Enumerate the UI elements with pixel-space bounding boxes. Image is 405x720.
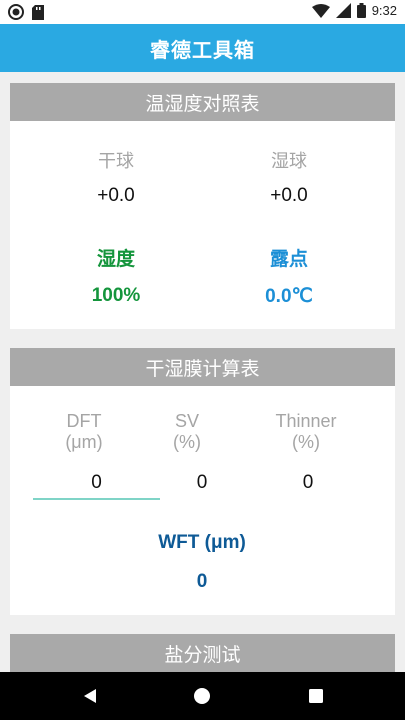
dew-point-value: 0.0℃ bbox=[265, 286, 313, 307]
app-title: 睿德工具箱 bbox=[150, 37, 255, 62]
record-icon bbox=[8, 4, 24, 20]
navigation-bar bbox=[0, 672, 405, 720]
dry-bulb-value[interactable]: +0.0 bbox=[66, 185, 166, 207]
wet-bulb-label: 湿球 bbox=[271, 151, 307, 172]
recents-square-icon bbox=[309, 689, 323, 703]
wifi-icon bbox=[311, 3, 330, 18]
status-time: 9:32 bbox=[371, 3, 397, 18]
app-bar: 睿德工具箱 bbox=[0, 24, 405, 72]
dft-label-unit: (μm) bbox=[65, 432, 103, 452]
sv-value[interactable]: 0 bbox=[152, 472, 252, 494]
status-bar: 9:32 bbox=[0, 0, 405, 24]
sv-label-unit: (%) bbox=[173, 432, 201, 452]
dft-input[interactable] bbox=[33, 468, 160, 500]
signal-icon bbox=[335, 3, 351, 18]
thinner-label-unit: (%) bbox=[292, 432, 320, 452]
back-triangle-icon bbox=[84, 689, 96, 703]
humidity-value: 100% bbox=[91, 285, 141, 306]
wet-bulb-value[interactable]: +0.0 bbox=[239, 185, 339, 207]
dft-label: DFT (μm) bbox=[34, 411, 134, 453]
thinner-label: Thinner (%) bbox=[256, 411, 356, 453]
humidity-card-header: 温湿度对照表 bbox=[10, 83, 395, 121]
sv-label: SV (%) bbox=[137, 411, 237, 453]
battery-icon bbox=[356, 3, 366, 18]
recents-button[interactable] bbox=[304, 684, 328, 708]
film-calc-card-header: 干湿膜计算表 bbox=[10, 348, 395, 386]
thinner-value[interactable]: 0 bbox=[258, 472, 358, 494]
sv-label-name: SV bbox=[174, 411, 199, 431]
back-button[interactable] bbox=[78, 684, 102, 708]
thinner-label-name: Thinner bbox=[275, 411, 337, 431]
salt-test-card: 盐分测试 bbox=[10, 634, 395, 674]
home-button[interactable] bbox=[190, 684, 214, 708]
dry-bulb-label: 干球 bbox=[98, 151, 134, 172]
humidity-card: 温湿度对照表 干球 湿球 +0.0 +0.0 湿度 露点 100% 0.0℃ bbox=[10, 83, 395, 329]
salt-test-card-header: 盐分测试 bbox=[10, 634, 395, 672]
dew-point-label: 露点 bbox=[269, 248, 308, 270]
home-circle-icon bbox=[194, 688, 210, 704]
sd-card-icon bbox=[32, 4, 44, 20]
humidity-label: 湿度 bbox=[96, 248, 135, 270]
film-calc-card: 干湿膜计算表 DFT (μm) SV (%) Thinner (%) 0 0 W… bbox=[10, 348, 395, 615]
dft-label-name: DFT bbox=[66, 411, 102, 431]
wft-label: WFT (μm) bbox=[158, 532, 246, 553]
wft-value: 0 bbox=[196, 571, 208, 592]
